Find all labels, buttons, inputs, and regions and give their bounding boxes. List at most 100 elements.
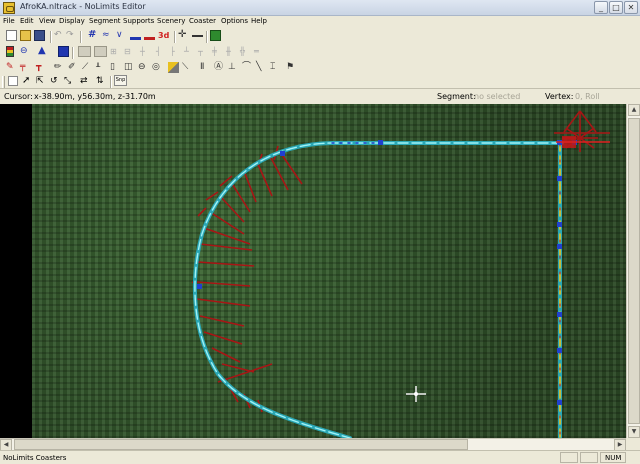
separator bbox=[50, 31, 51, 43]
editor-viewport[interactable] bbox=[32, 104, 626, 438]
pencil-double-icon[interactable]: ✐ bbox=[68, 62, 79, 73]
grid-icon[interactable]: # bbox=[88, 30, 99, 41]
smooth-icon[interactable]: ╫ bbox=[226, 46, 237, 57]
support-pen-icon[interactable]: ✎ bbox=[6, 62, 17, 73]
support-structures[interactable] bbox=[191, 145, 303, 413]
arrow-left-icon: ◀ bbox=[3, 441, 9, 448]
side-panel bbox=[0, 104, 32, 438]
tool-blank[interactable] bbox=[8, 76, 18, 86]
toolbar-segment: ⊖ ▲ ⊞ ⊟ ┼ ┤ ├ ┴ ┬ ╪ ╫ ╬ ═ bbox=[0, 45, 640, 61]
support-beam-icon[interactable]: ╤ bbox=[20, 62, 31, 73]
undo-icon[interactable]: ↶ bbox=[54, 30, 65, 41]
link-icon[interactable]: ⊖ bbox=[20, 46, 31, 57]
snap-button[interactable]: Snp bbox=[114, 75, 127, 86]
pipe-icon[interactable]: ◎ bbox=[152, 62, 163, 73]
separator bbox=[72, 47, 73, 59]
segment-straight-icon[interactable] bbox=[78, 46, 91, 57]
track-wave-icon[interactable]: ≈ bbox=[102, 30, 113, 41]
redo-icon[interactable]: ↷ bbox=[66, 30, 77, 41]
vertex-add-icon[interactable]: ┼ bbox=[140, 46, 151, 57]
open-folder-icon[interactable] bbox=[20, 30, 31, 41]
roll-icon[interactable]: ┴ bbox=[184, 46, 195, 57]
maximize-button[interactable]: □ bbox=[609, 1, 623, 14]
horizontal-scrollbar[interactable]: ◀ ▶ bbox=[0, 438, 626, 451]
toolbar-grip[interactable] bbox=[2, 76, 5, 88]
move-cross-icon[interactable]: ✛ bbox=[178, 30, 189, 41]
menu-coaster[interactable]: Coaster bbox=[189, 17, 216, 25]
coaster-car-icon[interactable] bbox=[144, 30, 155, 41]
fix-icon[interactable]: ╬ bbox=[240, 46, 251, 57]
new-file-icon[interactable] bbox=[6, 30, 17, 41]
align-icon[interactable]: ═ bbox=[254, 46, 265, 57]
menu-segment[interactable]: Segment bbox=[89, 17, 121, 25]
height-icon[interactable]: ⇅ bbox=[96, 76, 107, 87]
cursor-label: Cursor: bbox=[4, 92, 33, 101]
vertex-lock-icon[interactable]: ├ bbox=[170, 46, 181, 57]
coaster-train-icon[interactable] bbox=[130, 30, 141, 41]
app-icon[interactable] bbox=[3, 2, 15, 14]
save-icon[interactable] bbox=[34, 30, 45, 41]
segment-value: no selected bbox=[474, 92, 521, 101]
cross-brace-icon[interactable]: ╲ bbox=[256, 62, 267, 73]
flag-icon[interactable]: ⚑ bbox=[286, 62, 297, 73]
menu-view[interactable]: View bbox=[39, 17, 56, 25]
separator bbox=[80, 31, 81, 43]
rod-icon[interactable]: ⌶ bbox=[270, 62, 281, 73]
close-button[interactable]: ✕ bbox=[624, 1, 638, 14]
arrow-right-icon: ▶ bbox=[617, 441, 623, 448]
node-pair-icon[interactable]: Ⓐ bbox=[214, 62, 225, 73]
pencil-icon[interactable]: ✏ bbox=[54, 62, 65, 73]
arrow-up-icon: ▲ bbox=[631, 106, 637, 113]
connector-icon[interactable]: ⊥ bbox=[228, 62, 239, 73]
terrain-icon[interactable] bbox=[210, 30, 221, 41]
scroll-up-button[interactable]: ▲ bbox=[628, 104, 640, 116]
toolbar-file: ↶ ↷ # ≈ ∨ 3d ✛ bbox=[0, 29, 640, 45]
vertical-scrollbar[interactable]: ▲ ▼ bbox=[626, 104, 640, 438]
heartline-icon[interactable]: ┬ bbox=[198, 46, 209, 57]
segment-split-icon[interactable]: ⊞ bbox=[110, 46, 121, 57]
column-icon[interactable]: ◫ bbox=[124, 62, 135, 73]
beam-link-icon[interactable]: ⌒ bbox=[242, 62, 253, 73]
menu-display[interactable]: Display bbox=[59, 17, 85, 25]
vertex-label: Vertex: bbox=[545, 92, 574, 101]
mirror-icon[interactable]: ⇄ bbox=[80, 76, 91, 87]
minimize-button[interactable]: _ bbox=[594, 1, 608, 14]
status-panel-2 bbox=[580, 452, 598, 463]
window-title: AfroKA.nltrack - NoLimits Editor bbox=[20, 2, 146, 11]
vertex-remove-icon[interactable]: ┤ bbox=[156, 46, 167, 57]
menu-options[interactable]: Options bbox=[221, 17, 248, 25]
support-t-icon[interactable]: ┳ bbox=[36, 62, 47, 73]
track-dip-icon[interactable]: ∨ bbox=[116, 30, 127, 41]
title-bar: AfroKA.nltrack - NoLimits Editor _ □ ✕ bbox=[0, 0, 640, 16]
segment-join-icon[interactable]: ⊟ bbox=[124, 46, 135, 57]
line-tool-icon[interactable] bbox=[192, 30, 203, 41]
cylinder-icon[interactable]: ▯ bbox=[110, 62, 121, 73]
warning-triangle-icon[interactable]: ▲ bbox=[38, 46, 49, 57]
ellipse-icon[interactable]: ⊖ bbox=[138, 62, 149, 73]
catwalk-icon[interactable] bbox=[168, 62, 179, 73]
vertical-scroll-thumb[interactable] bbox=[628, 118, 640, 424]
view-3d-icon[interactable]: 3d bbox=[158, 30, 172, 41]
menu-help[interactable]: Help bbox=[251, 17, 267, 25]
segment-curve-icon[interactable] bbox=[94, 46, 107, 57]
track-vertices[interactable] bbox=[197, 140, 577, 405]
scale-icon[interactable]: ⤡ bbox=[64, 76, 75, 87]
ladder-icon[interactable]: ⟍ bbox=[182, 62, 193, 73]
pointer-arrow-icon[interactable]: ➚ bbox=[22, 76, 33, 87]
menu-supports[interactable]: Supports bbox=[123, 17, 154, 25]
edit-path-icon[interactable]: ⟋ bbox=[82, 62, 93, 73]
select-arrow-icon[interactable]: ⇱ bbox=[36, 76, 47, 87]
menu-scenery[interactable]: Scenery bbox=[157, 17, 185, 25]
separator bbox=[110, 76, 111, 88]
free-node-icon[interactable]: Ⅱ bbox=[200, 62, 211, 73]
horizontal-scroll-thumb[interactable] bbox=[14, 439, 468, 450]
separator bbox=[206, 31, 207, 43]
footer-icon[interactable]: ╨ bbox=[96, 62, 107, 73]
bank-icon[interactable]: ╪ bbox=[212, 46, 223, 57]
menu-edit[interactable]: Edit bbox=[20, 17, 34, 25]
station-icon[interactable] bbox=[58, 46, 69, 57]
menu-file[interactable]: File bbox=[3, 17, 15, 25]
scroll-down-button[interactable]: ▼ bbox=[628, 426, 640, 438]
traffic-light-icon[interactable] bbox=[6, 46, 14, 57]
rotate-icon[interactable]: ↺ bbox=[50, 76, 61, 87]
